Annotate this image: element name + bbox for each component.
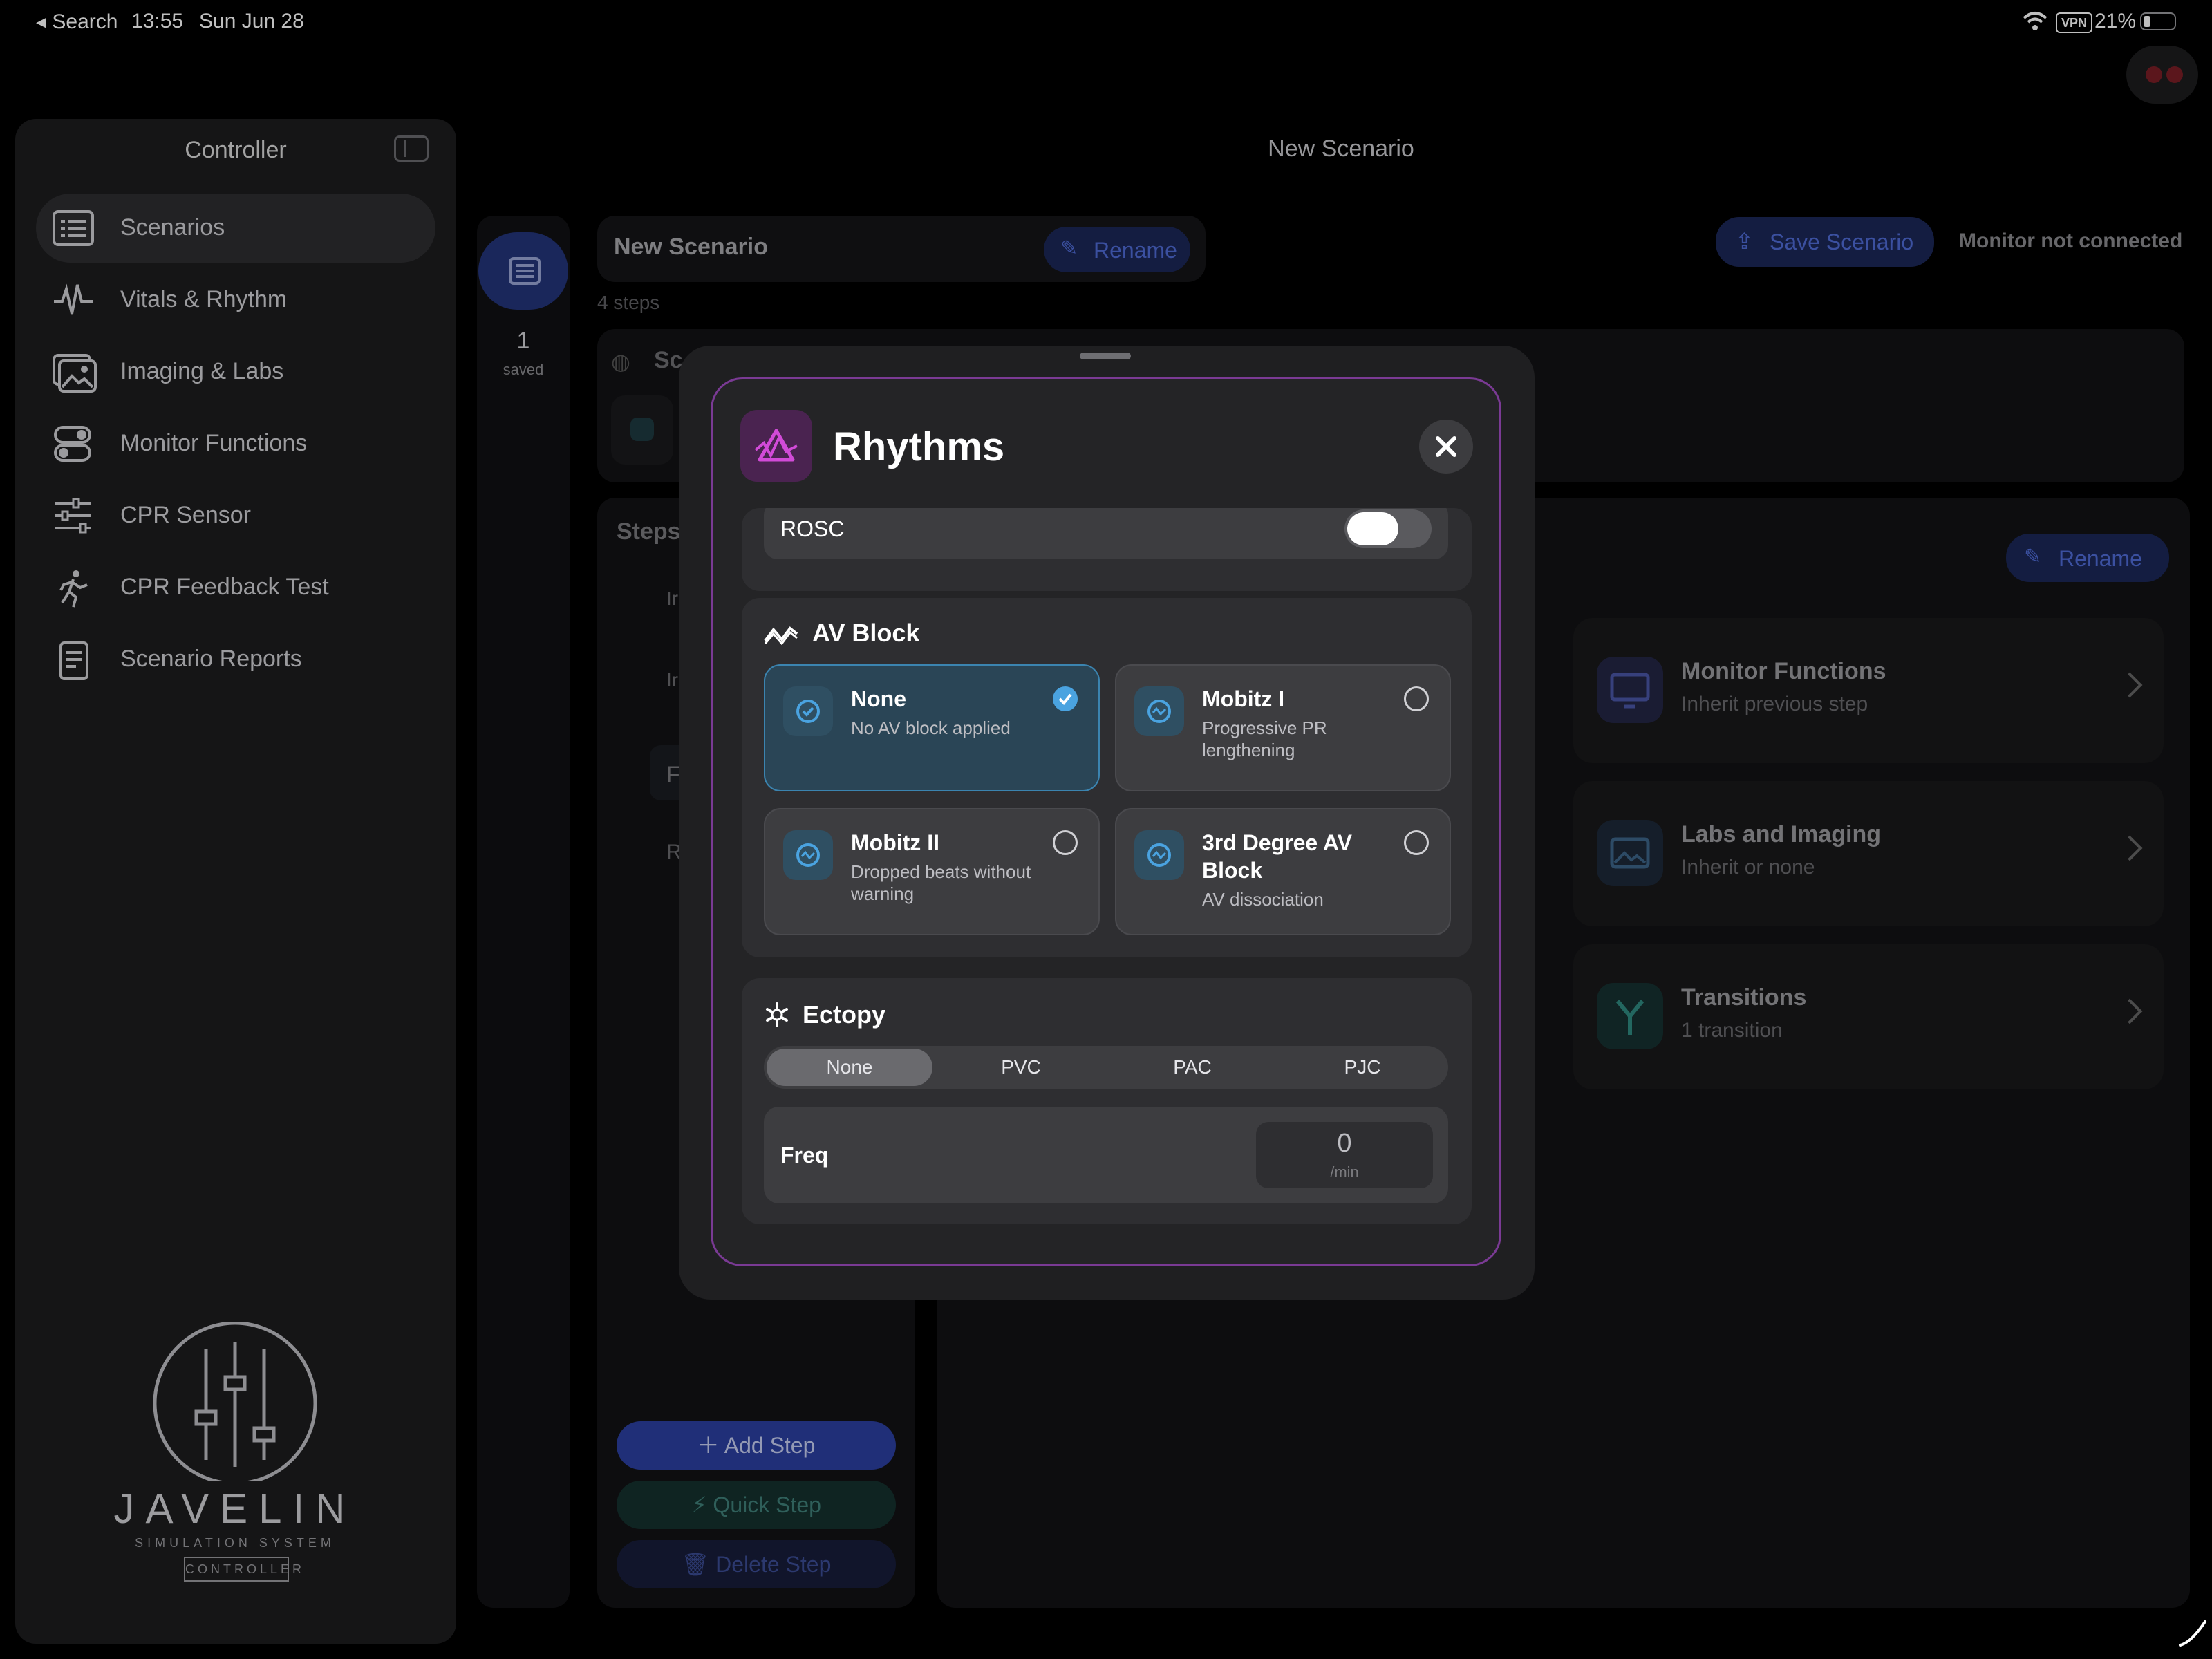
ectopy-segment-pjc[interactable]: PJC [1280,1049,1445,1086]
ectopy-segment-none[interactable]: None [767,1049,932,1086]
radio-button [1053,830,1078,855]
frequency-label: Freq [780,1143,829,1168]
ectopy-segmented-control: None PVC PAC PJC [764,1046,1448,1089]
ectopy-title: Ectopy [803,1000,886,1029]
frequency-unit: /min [1330,1163,1359,1181]
rosc-label: ROSC [780,516,845,541]
ectopy-segment-pvc[interactable]: PVC [938,1049,1104,1086]
av-option-mobitz-1[interactable]: Mobitz I Progressive PR lengthening [1115,664,1451,791]
asterisk-icon [764,1002,790,1031]
frequency-input[interactable]: 0 /min [1256,1122,1433,1188]
selected-check-icon [1053,686,1078,711]
pencil-stylus-icon[interactable] [2177,1618,2208,1651]
av-option-3rd-degree[interactable]: 3rd Degree AV Block AV dissociation [1115,808,1451,935]
modal-title: Rhythms [833,424,1005,469]
radio-button [1404,686,1429,711]
av-block-section: AV Block None No AV block applied Mobitz… [742,598,1472,957]
av-option-mobitz-2[interactable]: Mobitz II Dropped beats without warning [764,808,1100,935]
frequency-value: 0 [1337,1129,1352,1158]
waveform-icon [764,624,798,648]
waveform-circle-icon [783,830,833,880]
checkmark-circle-icon [783,686,833,736]
av-block-title: AV Block [812,619,920,647]
frequency-row: Freq 0 /min [764,1107,1448,1203]
rhythms-modal: Rhythms ROSC AV Block None No AV block a… [711,377,1501,1266]
ectopy-section: Ectopy None PVC PAC PJC Freq 0 /min [742,978,1472,1224]
rhythm-warning-icon [740,410,812,482]
rosc-toggle[interactable] [1344,509,1432,548]
radio-button [1404,830,1429,855]
close-icon [1436,436,1456,457]
ectopy-segment-pac[interactable]: PAC [1109,1049,1275,1086]
av-option-none[interactable]: None No AV block applied [764,664,1100,791]
sheet-grabber[interactable] [1080,353,1131,359]
waveform-circle-icon [1134,686,1184,736]
close-button[interactable] [1419,420,1473,474]
rosc-row: ROSC [764,508,1448,559]
rosc-section: ROSC [742,508,1472,591]
waveform-circle-icon [1134,830,1184,880]
